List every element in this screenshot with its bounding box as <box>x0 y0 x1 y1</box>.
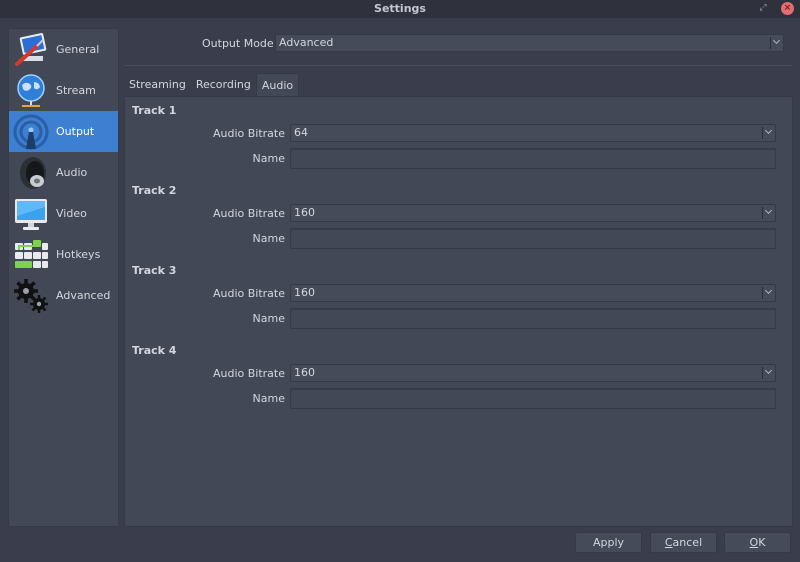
globe-network-icon <box>12 72 50 110</box>
close-icon[interactable]: × <box>781 2 794 15</box>
track-3-name-input[interactable] <box>290 308 776 329</box>
track-2-bitrate-select[interactable]: 160 <box>290 204 776 222</box>
sidebar-item-stream[interactable]: Stream <box>9 70 118 111</box>
track-4-bitrate-select[interactable]: 160 <box>290 364 776 382</box>
cancel-button[interactable]: Cancel <box>650 532 717 553</box>
track-4-bitrate-label: Audio Bitrate <box>212 367 285 380</box>
gears-icon <box>12 277 50 315</box>
chevron-down-icon <box>762 367 775 379</box>
track-1-name-label: Name <box>252 152 285 165</box>
track-3-bitrate-select[interactable]: 160 <box>290 284 776 302</box>
chevron-down-icon <box>762 287 775 299</box>
track-2-name-input[interactable] <box>290 228 776 249</box>
general-tools-icon <box>12 31 50 69</box>
track-3-title: Track 3 <box>132 264 177 277</box>
chevron-down-icon <box>770 37 783 49</box>
sidebar-item-video[interactable]: Video <box>9 193 118 234</box>
sidebar-item-output[interactable]: Output <box>9 111 118 152</box>
track-4-title: Track 4 <box>132 344 177 357</box>
output-mode-value: Advanced <box>279 36 334 49</box>
track-2-name-label: Name <box>252 232 285 245</box>
output-mode-label: Output Mode <box>202 37 274 50</box>
sidebar-item-general[interactable]: General <box>9 29 118 70</box>
ok-label-rest: K <box>758 536 766 549</box>
track-1-bitrate-select[interactable]: 64 <box>290 124 776 142</box>
keyboard-icon <box>12 236 50 274</box>
sidebar-item-hotkeys[interactable]: Hotkeys <box>9 234 118 275</box>
sidebar-item-audio[interactable]: Audio <box>9 152 118 193</box>
track-4-name-label: Name <box>252 392 285 405</box>
ok-button[interactable]: OK <box>724 532 791 553</box>
sidebar-item-label: Video <box>56 207 87 220</box>
sidebar-item-label: Output <box>56 125 95 138</box>
chevron-down-icon <box>762 207 775 219</box>
sidebar-item-label: Stream <box>56 84 96 97</box>
sidebar-item-label: General <box>56 43 100 56</box>
divider <box>124 65 792 66</box>
tab-audio[interactable]: Audio <box>255 73 300 97</box>
cancel-mnemonic: C <box>664 536 673 549</box>
track-1-bitrate-value: 64 <box>294 126 308 139</box>
track-1-title: Track 1 <box>132 104 177 117</box>
track-1-name-input[interactable] <box>290 148 776 169</box>
output-mode-select[interactable]: Advanced <box>275 34 784 52</box>
track-1-bitrate-label: Audio Bitrate <box>212 127 285 140</box>
sidebar-item-advanced[interactable]: Advanced <box>9 275 118 316</box>
track-3-bitrate-label: Audio Bitrate <box>212 287 285 300</box>
tab-streaming[interactable]: Streaming <box>124 73 191 96</box>
settings-sidebar: General Stream Output Audio Video Hotkey… <box>8 28 119 527</box>
monitor-icon <box>12 195 50 233</box>
track-2-title: Track 2 <box>132 184 177 197</box>
window-title: Settings <box>374 2 426 15</box>
tab-recording[interactable]: Recording <box>191 73 256 96</box>
apply-button[interactable]: Apply <box>575 532 642 553</box>
sidebar-item-label: Audio <box>56 166 88 179</box>
restore-icon[interactable]: ⤢ <box>757 2 769 14</box>
cancel-label-rest: ancel <box>672 536 703 549</box>
chevron-down-icon <box>762 127 775 139</box>
track-2-bitrate-label: Audio Bitrate <box>212 207 285 220</box>
track-3-name-label: Name <box>252 312 285 325</box>
sidebar-item-label: Hotkeys <box>56 248 101 261</box>
ok-mnemonic: O <box>749 536 759 549</box>
track-4-name-input[interactable] <box>290 388 776 409</box>
track-3-bitrate-value: 160 <box>294 286 315 299</box>
speaker-icon <box>12 154 50 192</box>
track-4-bitrate-value: 160 <box>294 366 315 379</box>
title-bar: Settings ⤢ × <box>0 0 800 18</box>
track-2-bitrate-value: 160 <box>294 206 315 219</box>
broadcast-antenna-icon <box>12 113 50 151</box>
output-tabs: Streaming Recording Audio <box>124 73 300 97</box>
sidebar-item-label: Advanced <box>56 289 111 302</box>
